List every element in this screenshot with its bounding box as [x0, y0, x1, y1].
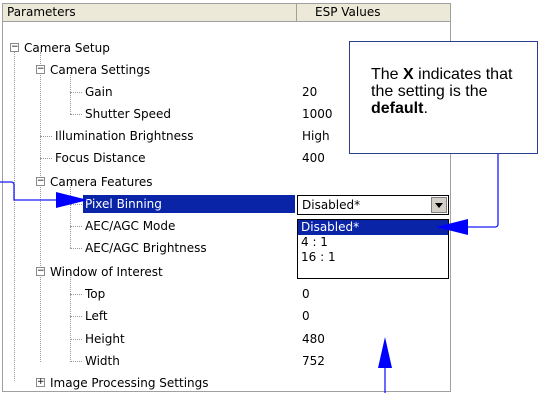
select-current-value: Disabled* [302, 198, 361, 212]
tree-guide-line [70, 248, 82, 249]
tree-item-label: Camera Features [50, 175, 153, 189]
height-value[interactable]: 480 [302, 329, 325, 349]
tree-item-label: AEC/AGC Mode [85, 219, 176, 233]
header-parameters[interactable]: Parameters [3, 4, 297, 22]
chevron-down-icon[interactable] [431, 197, 447, 213]
callout-text-x: X [403, 66, 414, 83]
tree-guide-line [70, 294, 82, 295]
collapse-toggle-icon[interactable]: − [36, 177, 45, 186]
tree-item-label: Focus Distance [55, 151, 146, 165]
tree-item-pixel-binning-selected[interactable]: Pixel Binning [83, 195, 295, 213]
tree-item-label: Illumination Brightness [55, 129, 194, 143]
callout-text-part: . [423, 100, 428, 117]
tree-item-label: AEC/AGC Brightness [85, 241, 207, 255]
expand-toggle-icon[interactable]: + [36, 378, 45, 387]
callout-text-part: The [371, 66, 404, 83]
tree-guide-line [70, 92, 82, 93]
pixel-binning-options-list: Disabled* 4 : 1 16 : 1 [297, 219, 449, 279]
pixel-binning-select[interactable]: Disabled* [297, 195, 449, 215]
tree-guide-line [70, 114, 82, 115]
tree-item-label: Shutter Speed [85, 107, 171, 121]
tree-guide-line [70, 361, 82, 362]
dropdown-option[interactable]: 16 : 1 [298, 250, 448, 265]
tree-item-label: Image Processing Settings [50, 376, 209, 390]
tree-item-label: Height [85, 332, 125, 346]
tree-item-label: Camera Setup [24, 41, 110, 55]
tree-guide-line [40, 158, 52, 159]
dropdown-option[interactable]: 4 : 1 [298, 235, 448, 250]
tree-guide-line [70, 272, 71, 362]
tree-guide-line [70, 316, 82, 317]
tree-guide-line [40, 136, 52, 137]
tree-item-label: Width [85, 354, 120, 368]
width-value[interactable]: 752 [302, 351, 325, 371]
left-value[interactable]: 0 [302, 306, 310, 326]
tree-guide-line [70, 226, 82, 227]
tree-item-label: Camera Settings [50, 63, 151, 77]
dropdown-option[interactable]: Disabled* [298, 220, 448, 235]
tree-guide-line [40, 52, 41, 362]
tree-item-label: Pixel Binning [85, 197, 162, 211]
top-value[interactable]: 0 [302, 284, 310, 304]
shutter-speed-value[interactable]: 1000 [302, 104, 333, 124]
gain-value[interactable]: 20 [302, 82, 317, 102]
tree-guide-line [70, 204, 82, 205]
illumination-brightness-value[interactable]: High [302, 126, 330, 146]
tree-item-label: Left [85, 309, 108, 323]
tree-guide-line [70, 339, 82, 340]
focus-distance-value[interactable]: 400 [302, 148, 325, 168]
header-esp-values[interactable]: ESP Values [297, 4, 450, 22]
tree-item-label: Top [85, 287, 106, 301]
tree-item-label: Window of Interest [50, 265, 163, 279]
collapse-toggle-icon[interactable]: − [36, 267, 45, 276]
tree-guide-line [14, 49, 15, 381]
callout-box: The X indicates that the setting is the … [349, 41, 538, 154]
tree-item-label: Gain [85, 85, 113, 99]
collapse-toggle-icon[interactable]: − [36, 65, 45, 74]
callout-text-default: default [371, 100, 424, 117]
collapse-toggle-icon[interactable]: − [10, 43, 19, 52]
callout-text: The X indicates that the setting is the … [371, 66, 537, 117]
